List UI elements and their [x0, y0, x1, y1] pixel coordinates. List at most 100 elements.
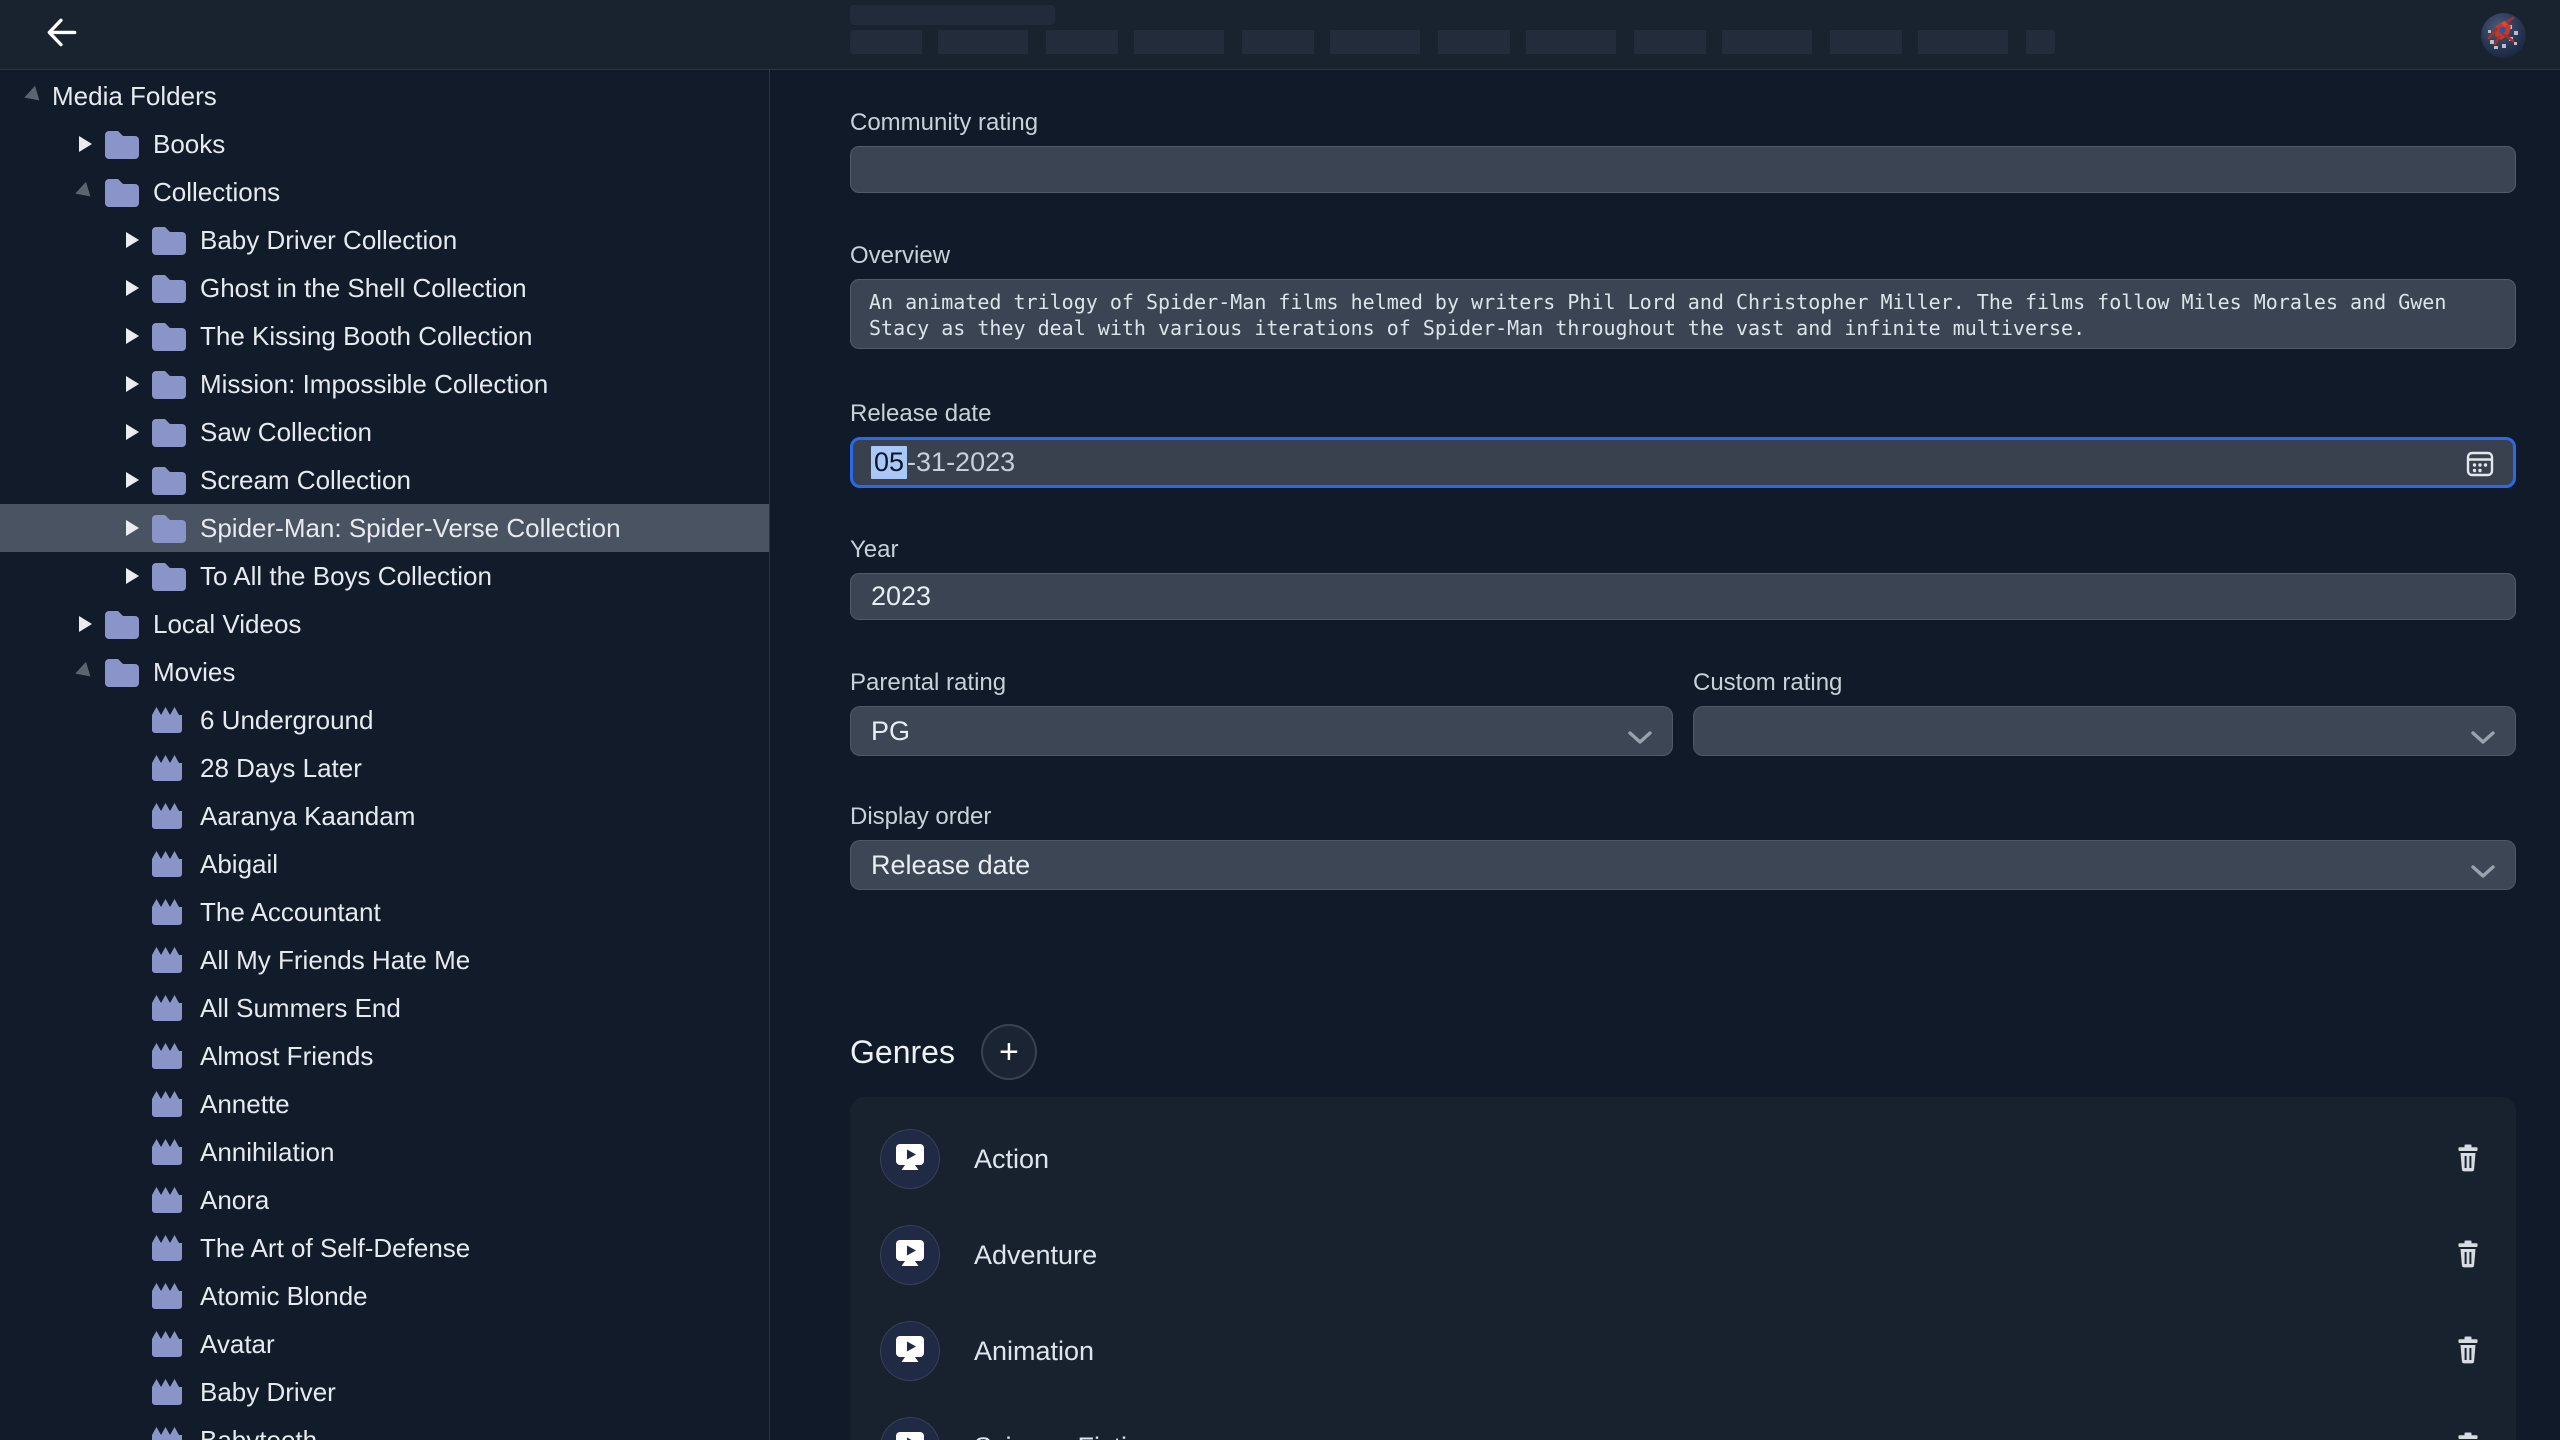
display-order-label: Display order [850, 802, 2516, 832]
delete-genre-button[interactable] [2456, 1240, 2480, 1271]
dimmed-scrolled-helper-text [850, 30, 2055, 54]
custom-rating-select[interactable] [1693, 706, 2516, 756]
overview-label: Overview [850, 241, 2516, 271]
genre-row-action[interactable]: Action [850, 1111, 2516, 1207]
collapse-arrow-icon[interactable] [75, 662, 95, 683]
tree-item-all-my-friends-hate-me[interactable]: All My Friends Hate Me [0, 936, 769, 984]
expand-arrow-icon[interactable] [126, 520, 139, 536]
expand-arrow-icon[interactable] [126, 568, 139, 584]
genres-heading: Genres [850, 1027, 955, 1077]
tree-item-the-accountant[interactable]: The Accountant [0, 888, 769, 936]
tree-item-label: Annette [200, 1089, 290, 1120]
tree-item-label: The Art of Self-Defense [200, 1233, 470, 1264]
community-rating-input[interactable] [850, 146, 2516, 193]
user-avatar[interactable] [2481, 13, 2526, 58]
tree-item-aaranya-kaandam[interactable]: Aaranya Kaandam [0, 792, 769, 840]
video-play-icon [890, 1329, 930, 1374]
tree-item-label: Baby Driver Collection [200, 225, 457, 256]
collapse-arrow-icon[interactable] [24, 86, 44, 107]
movie-icon [150, 847, 188, 881]
expand-arrow-icon[interactable] [126, 232, 139, 248]
genre-row-science-fiction[interactable]: Science Fiction [850, 1399, 2516, 1440]
tree-item-label: All My Friends Hate Me [200, 945, 470, 976]
tree-item-atomic-blonde[interactable]: Atomic Blonde [0, 1272, 769, 1320]
genre-label: Science Fiction [974, 1432, 1157, 1440]
tree-item-movies[interactable]: Movies [0, 648, 769, 696]
date-month-segment[interactable]: 05 [871, 446, 907, 479]
tree-item-abigail[interactable]: Abigail [0, 840, 769, 888]
tree-item-label: Spider-Man: Spider-Verse Collection [200, 513, 621, 544]
tree-item-6-underground[interactable]: 6 Underground [0, 696, 769, 744]
tree-item-anora[interactable]: Anora [0, 1176, 769, 1224]
tree-item-label: Atomic Blonde [200, 1281, 368, 1312]
trash-icon [2456, 1240, 2480, 1271]
date-rest-segment[interactable]: -31-2023 [907, 447, 1015, 478]
tree-item-label: The Kissing Booth Collection [200, 321, 532, 352]
genre-row-animation[interactable]: Animation [850, 1303, 2516, 1399]
tree-item-avatar[interactable]: Avatar [0, 1320, 769, 1368]
tree-item-spider-man-spider-verse-collection[interactable]: Spider-Man: Spider-Verse Collection [0, 504, 769, 552]
tree-item-books[interactable]: Books [0, 120, 769, 168]
genre-row-adventure[interactable]: Adventure [850, 1207, 2516, 1303]
year-input[interactable] [850, 573, 2516, 620]
tree-item-local-videos[interactable]: Local Videos [0, 600, 769, 648]
tree-item-label: Ghost in the Shell Collection [200, 273, 527, 304]
delete-genre-button[interactable] [2456, 1144, 2480, 1175]
tree-item-28-days-later[interactable]: 28 Days Later [0, 744, 769, 792]
delete-genre-button[interactable] [2456, 1432, 2480, 1440]
tree-item-label: Annihilation [200, 1137, 334, 1168]
parental-rating-select[interactable]: PG [850, 706, 1673, 756]
add-genre-button[interactable]: + [981, 1024, 1037, 1080]
tree-item-mission-impossible-collection[interactable]: Mission: Impossible Collection [0, 360, 769, 408]
tree-item-baby-driver[interactable]: Baby Driver [0, 1368, 769, 1416]
expand-arrow-icon[interactable] [126, 424, 139, 440]
tree-item-babyteeth[interactable]: Babyteeth [0, 1416, 769, 1440]
tree-item-annihilation[interactable]: Annihilation [0, 1128, 769, 1176]
trash-icon [2456, 1144, 2480, 1175]
tree-item-ghost-in-the-shell-collection[interactable]: Ghost in the Shell Collection [0, 264, 769, 312]
movie-icon [150, 1087, 188, 1121]
tree-item-saw-collection[interactable]: Saw Collection [0, 408, 769, 456]
expand-arrow-icon[interactable] [126, 472, 139, 488]
movie-icon [150, 1423, 188, 1440]
chevron-down-icon [2469, 857, 2497, 888]
folder-icon [103, 175, 141, 209]
genres-list: ActionAdventureAnimation Science Fiction [850, 1097, 2516, 1440]
tree-item-almost-friends[interactable]: Almost Friends [0, 1032, 769, 1080]
tree-item-the-art-of-self-defense[interactable]: The Art of Self-Defense [0, 1224, 769, 1272]
tree-item-the-kissing-booth-collection[interactable]: The Kissing Booth Collection [0, 312, 769, 360]
jellyfin-metadata-editor: Media Folders Books Collections Baby Driver… [0, 0, 2560, 1440]
release-date-input[interactable]: 05-31-2023 [850, 437, 2516, 488]
expand-arrow-icon[interactable] [126, 328, 139, 344]
expand-arrow-icon[interactable] [126, 376, 139, 392]
display-order-value: Release date [871, 850, 1030, 881]
folder-icon [103, 607, 141, 641]
overview-textarea[interactable]: An animated trilogy of Spider-Man films … [850, 279, 2516, 349]
media-folders-tree: Media Folders Books Collections Baby Driver… [0, 70, 770, 1440]
collapse-arrow-icon[interactable] [75, 182, 95, 203]
expand-arrow-icon[interactable] [126, 280, 139, 296]
tree-item-label: Media Folders [52, 81, 217, 112]
ratings-row: Parental rating PG Custom rating [850, 668, 2516, 756]
delete-genre-button[interactable] [2456, 1336, 2480, 1367]
calendar-icon[interactable] [2463, 447, 2497, 488]
tree-item-label: Collections [153, 177, 280, 208]
back-button[interactable] [40, 13, 84, 57]
dimmed-scrolled-field-label [850, 5, 1055, 25]
folder-icon [150, 223, 188, 257]
tree-item-to-all-the-boys-collection[interactable]: To All the Boys Collection [0, 552, 769, 600]
tree-item-label: Abigail [200, 849, 278, 880]
tree-item-baby-driver-collection[interactable]: Baby Driver Collection [0, 216, 769, 264]
tree-item-label: All Summers End [200, 993, 401, 1024]
movie-icon [150, 1327, 188, 1361]
tree-item-scream-collection[interactable]: Scream Collection [0, 456, 769, 504]
expand-arrow-icon[interactable] [79, 136, 92, 152]
tree-item-collections[interactable]: Collections [0, 168, 769, 216]
tree-item-all-summers-end[interactable]: All Summers End [0, 984, 769, 1032]
tree-item-label: Avatar [200, 1329, 275, 1360]
metadata-form: Community rating Overview An animated tr… [771, 70, 2560, 1440]
expand-arrow-icon[interactable] [79, 616, 92, 632]
tree-item-annette[interactable]: Annette [0, 1080, 769, 1128]
display-order-select[interactable]: Release date [850, 840, 2516, 890]
tree-item-media-folders[interactable]: Media Folders [0, 72, 769, 120]
